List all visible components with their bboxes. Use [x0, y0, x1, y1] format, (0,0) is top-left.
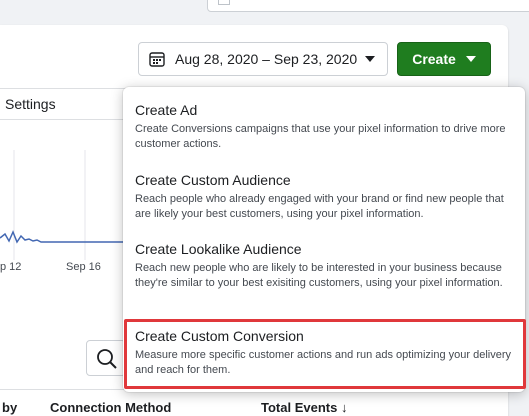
menu-item-title: Create Lookalike Audience: [135, 241, 302, 257]
chevron-down-icon: [365, 56, 375, 62]
top-search-box[interactable]: [207, 0, 529, 12]
highlight-box: [124, 319, 526, 389]
box-icon: [218, 0, 230, 5]
date-range-picker[interactable]: Aug 28, 2020 – Sep 23, 2020: [138, 42, 388, 76]
tab-settings-label: Settings: [5, 96, 56, 112]
menu-item-description: Reach people who already engaged with yo…: [135, 193, 504, 220]
menu-item-create-custom-audience[interactable]: Create Custom Audience Reach people who …: [123, 171, 525, 222]
column-header-connection-method[interactable]: Connection Method: [50, 400, 171, 415]
chart-series-line: [0, 230, 125, 244]
menu-item-title: Create Ad: [135, 102, 198, 118]
column-header[interactable]: by: [2, 400, 17, 415]
create-button-label: Create: [412, 51, 456, 67]
date-range-label: Aug 28, 2020 – Sep 23, 2020: [175, 51, 358, 67]
menu-item-title: Create Custom Audience: [135, 172, 291, 188]
tab-settings[interactable]: Settings: [0, 88, 130, 120]
column-header-total-events[interactable]: Total Events ↓: [261, 400, 347, 415]
table-search-button[interactable]: [86, 340, 126, 376]
create-button[interactable]: Create: [397, 42, 491, 76]
menu-item-create-lookalike-audience[interactable]: Create Lookalike Audience Reach new peop…: [123, 240, 525, 291]
menu-item-description: Reach new people who are likely to be in…: [135, 262, 503, 289]
chart-x-tick: p 12: [0, 261, 22, 273]
search-icon: [97, 349, 117, 369]
menu-item-description: Create Conversions campaigns that use yo…: [135, 123, 506, 150]
chart-x-tick: Sep 16: [66, 261, 101, 273]
calendar-icon: [149, 52, 165, 67]
menu-item-create-ad[interactable]: Create Ad Create Conversions campaigns t…: [123, 101, 525, 152]
caret-down-icon: [465, 56, 476, 62]
